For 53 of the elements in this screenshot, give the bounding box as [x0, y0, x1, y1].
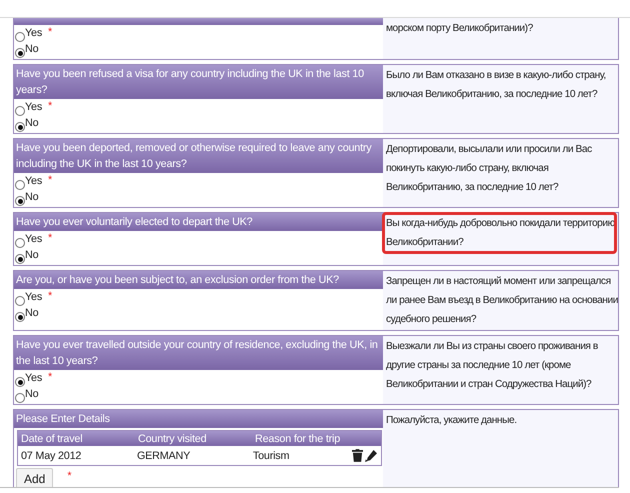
radio-button[interactable] — [15, 122, 25, 132]
question-header: Are you, or have you been subject to, an exclusion order from the UK? — [14, 271, 383, 289]
option-label: No — [25, 43, 38, 55]
option-label: No — [25, 191, 38, 203]
required-mark: * — [48, 232, 52, 244]
option-label: Yes — [25, 27, 42, 39]
table-cell-text: Tourism — [252, 450, 290, 462]
radio-button[interactable] — [15, 393, 25, 403]
question-header: Have you ever voluntarily elected to depart the UK? — [14, 213, 383, 231]
translation-text: Выезжали ли Вы из страны своего проживания в другие страны за последние 10 лет (кроме Великобритании и стран Содружества Наций)? — [385, 340, 599, 392]
question-header: Have you ever travelled outside your country of residence, excluding the UK, in the last 10 years? — [14, 336, 383, 370]
radio-button[interactable] — [15, 377, 25, 387]
option-label: No — [25, 307, 38, 319]
required-mark: * — [67, 470, 72, 482]
radio-button[interactable] — [15, 180, 25, 190]
table-cell-text: 07 May 2012 — [20, 450, 82, 462]
required-mark: * — [48, 290, 52, 302]
option-label: Yes — [25, 175, 42, 187]
pencil-icon[interactable] — [365, 450, 377, 462]
option-label: No — [25, 249, 38, 261]
option-label: No — [25, 388, 38, 400]
translation-text: Депортировали, высылали или просили ли Вас покинуть какую-либо страну, включая Великобританию, за последние 10 лет? — [385, 143, 593, 195]
add-button[interactable]: Add — [16, 468, 54, 487]
translation-text: Вы когда-нибудь добровольно покидали территорию Великобритании? — [383, 213, 616, 253]
trash-icon[interactable] — [352, 449, 363, 462]
radio-button[interactable] — [15, 32, 25, 42]
option-label: Yes — [25, 372, 42, 384]
column-header: Reason for the trip — [254, 432, 342, 444]
translation-text: Запрещен ли в настоящий момент или запрещался ли ранее Вам въезд в Великобританию на основании судебного решения? — [385, 275, 618, 327]
option-label: No — [25, 117, 38, 129]
question-header: Have you been deported, removed or otherwise required to leave any country including the UK in the last 10 years? — [14, 139, 383, 173]
required-mark: * — [48, 371, 52, 383]
translation-text: морском порту Великобритании)? — [385, 22, 534, 36]
section-header: Please Enter Details — [14, 410, 383, 428]
radio-button[interactable] — [15, 48, 25, 58]
column-header: Date of travel — [20, 432, 84, 444]
radio-button[interactable] — [15, 106, 25, 116]
required-mark: * — [48, 26, 52, 38]
question-header: Have you been refused a visa for any country including the UK in the last 10 years? — [14, 65, 383, 99]
option-label: Yes — [25, 291, 42, 303]
radio-button[interactable] — [15, 296, 25, 306]
radio-button[interactable] — [15, 312, 25, 322]
translation-text: Было ли Вам отказано в визе в какую-либо страну, включая Великобританию, за последние 10 лет? — [385, 69, 607, 102]
radio-button[interactable] — [15, 196, 25, 206]
translation-text: Пожалуйста, укажите данные. — [385, 414, 518, 428]
option-label: Yes — [25, 233, 42, 245]
required-mark: * — [48, 174, 52, 186]
column-header: Country visited — [137, 432, 208, 444]
radio-button[interactable] — [15, 238, 25, 248]
option-label: Yes — [25, 101, 42, 113]
table-cell-text: GERMANY — [136, 450, 192, 462]
radio-button[interactable] — [15, 254, 25, 264]
required-mark: * — [48, 100, 52, 112]
